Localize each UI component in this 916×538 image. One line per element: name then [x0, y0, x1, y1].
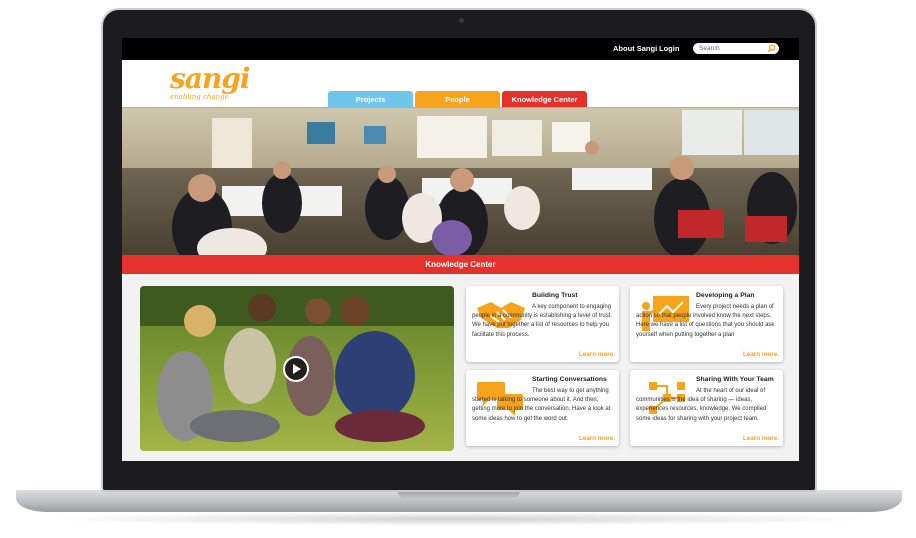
- play-button[interactable]: [283, 356, 309, 382]
- card-developing-plan[interactable]: Developing a Plan Every project needs a …: [630, 286, 783, 362]
- tab-projects[interactable]: Projects: [328, 91, 413, 108]
- screen: About Sangi Login Search sangi enabling …: [122, 38, 799, 461]
- learn-more-link[interactable]: Learn more.: [579, 435, 615, 442]
- site-header: sangi enabling change Projects People Kn…: [122, 60, 799, 108]
- meeting-room-photo: [122, 108, 799, 255]
- card-body: Every project needs a plan of action so …: [636, 304, 775, 338]
- tab-people[interactable]: People: [415, 91, 500, 108]
- hero-photo: [122, 108, 799, 255]
- card-sharing-team[interactable]: Sharing With Your Team At the heart of o…: [630, 370, 783, 446]
- logo-tagline: enabling change: [170, 93, 229, 101]
- tab-knowledge-center[interactable]: Knowledge Center: [502, 91, 587, 108]
- camera-icon: [459, 18, 464, 23]
- laptop-shadow: [40, 512, 876, 526]
- video-player[interactable]: [140, 286, 454, 451]
- card-building-trust[interactable]: Building Trust A key component to engagi…: [466, 286, 619, 362]
- card-body: The best way to get anything started is …: [472, 388, 611, 422]
- search-placeholder: Search: [699, 44, 720, 52]
- top-bar: About Sangi Login Search: [122, 38, 799, 60]
- card-title: Building Trust: [532, 292, 578, 299]
- card-title: Sharing With Your Team: [696, 376, 774, 383]
- section-banner: Knowledge Center: [122, 255, 799, 274]
- card-starting-conversations[interactable]: Starting Conversations The best way to g…: [466, 370, 619, 446]
- content-area: Building Trust A key component to engagi…: [122, 274, 799, 461]
- learn-more-link[interactable]: Learn more.: [743, 435, 779, 442]
- search-icon[interactable]: [767, 44, 776, 53]
- play-icon: [293, 364, 301, 374]
- laptop-mockup: About Sangi Login Search sangi enabling …: [0, 0, 916, 538]
- card-title: Developing a Plan: [696, 292, 755, 299]
- laptop-bezel: About Sangi Login Search sangi enabling …: [101, 8, 817, 492]
- logo[interactable]: sangi: [170, 62, 250, 95]
- card-title: Starting Conversations: [532, 376, 607, 383]
- learn-more-link[interactable]: Learn more.: [743, 351, 779, 358]
- search-input[interactable]: Search: [693, 43, 779, 54]
- learn-more-link[interactable]: Learn more.: [579, 351, 615, 358]
- card-body: At the heart of our ideal of communities…: [636, 388, 767, 422]
- card-body: A key component to engaging people in a …: [472, 304, 613, 338]
- login-link[interactable]: Login: [659, 44, 679, 53]
- about-link[interactable]: About Sangi: [613, 44, 657, 53]
